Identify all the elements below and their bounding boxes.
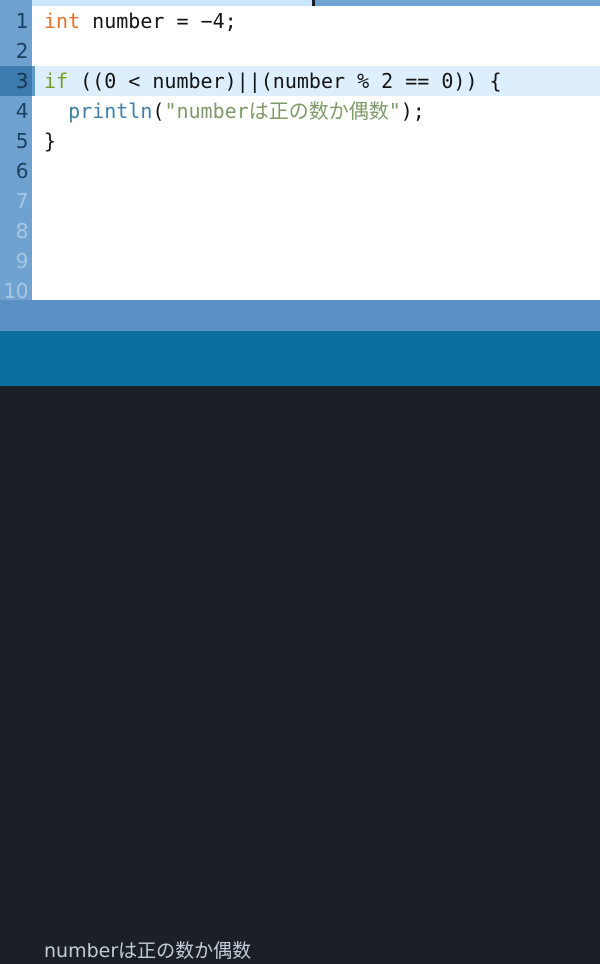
app-root: 1 int number = −4; 2 3 if ((0 < number)||(nu… <box>0 0 600 962</box>
line-number: 4 <box>0 96 32 126</box>
code-token-str: "numberは正の数か偶数" <box>164 99 401 123</box>
code-line-row[interactable]: 5} <box>0 126 600 156</box>
code-token-kw-ctrl: if <box>44 69 69 93</box>
code-line-row[interactable]: 4 println("numberは正の数か偶数"); <box>0 96 600 126</box>
code-token-kw-type: int <box>44 9 81 33</box>
code-token-fn: println <box>68 99 153 123</box>
code-line-text[interactable]: if ((0 < number)||(number % 2 == 0)) { <box>32 66 600 96</box>
code-token-plain: } <box>44 129 57 153</box>
line-number: 7 <box>0 186 32 216</box>
code-token-plain: number = −4; <box>80 9 237 33</box>
divider-band-upper <box>0 300 600 331</box>
code-line-row[interactable]: 10 <box>0 276 600 300</box>
console-output-text: numberは正の数か偶数 <box>44 940 252 962</box>
code-line-text[interactable] <box>32 246 600 276</box>
code-token-plain: ((0 < number)||(number % 2 == 0)) { <box>68 69 502 93</box>
code-line-row[interactable]: 9 <box>0 246 600 276</box>
line-number: 5 <box>0 126 32 156</box>
code-line-text[interactable] <box>32 216 600 246</box>
line-number: 6 <box>0 156 32 186</box>
code-line-text[interactable]: println("numberは正の数か偶数"); <box>32 96 600 126</box>
code-token-plain: ( <box>152 99 165 123</box>
code-line-text[interactable] <box>32 156 600 186</box>
code-editor[interactable]: 1 int number = −4; 2 3 if ((0 < number)||(nu… <box>0 6 600 300</box>
line-number: 8 <box>0 216 32 246</box>
code-line-row[interactable]: 3 if ((0 < number)||(number % 2 == 0)) { <box>0 66 600 96</box>
code-line-text[interactable]: } <box>32 126 600 156</box>
line-number: 1 <box>0 6 32 36</box>
code-line-row[interactable]: 8 <box>0 216 600 246</box>
code-line-row[interactable]: 6 <box>0 156 600 186</box>
line-number: 9 <box>0 246 32 276</box>
code-line-row[interactable]: 1 int number = −4; <box>0 6 600 36</box>
code-line-text[interactable]: int number = −4; <box>32 6 600 36</box>
code-token-plain: ); <box>400 99 425 123</box>
code-line-row[interactable]: 2 <box>0 36 600 66</box>
code-line-row[interactable]: 7 <box>0 186 600 216</box>
console-panel: numberは正の数か偶数 <box>0 386 600 962</box>
code-line-text[interactable] <box>32 276 600 300</box>
code-line-text[interactable] <box>32 36 600 66</box>
code-line-text[interactable] <box>32 186 600 216</box>
line-number: 3 <box>0 66 32 96</box>
line-number: 2 <box>0 36 32 66</box>
divider-band-lower <box>0 331 600 386</box>
line-number: 10 <box>0 276 32 300</box>
